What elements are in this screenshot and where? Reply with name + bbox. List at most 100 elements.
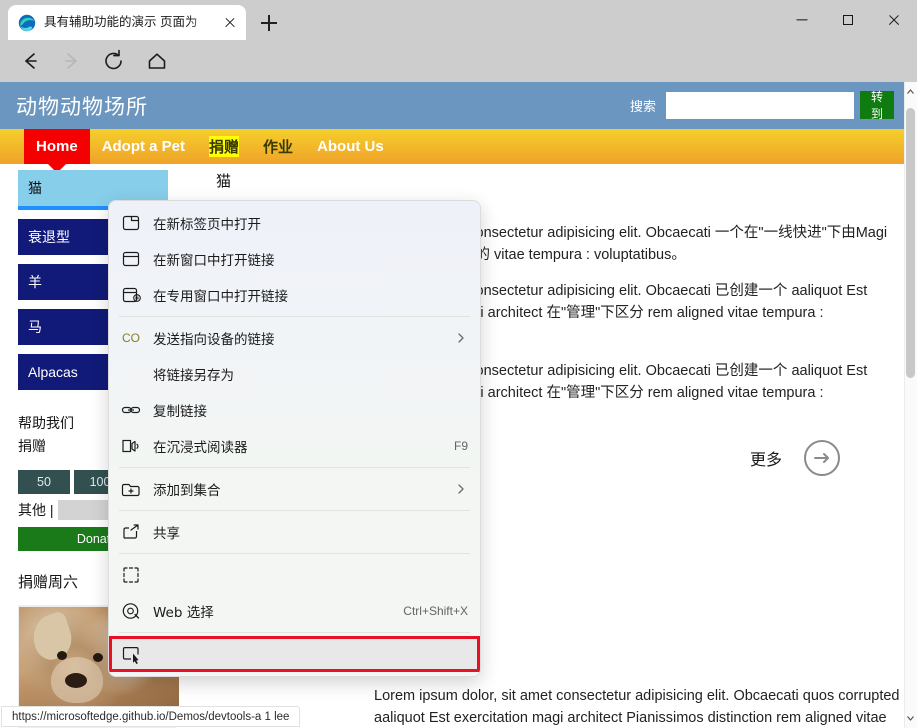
window-controls <box>779 0 917 40</box>
dog-nose <box>65 673 87 688</box>
context-menu-item-web-select[interactable] <box>109 557 480 593</box>
context-menu-item-label: 发送指向设备的链接 <box>153 332 275 348</box>
article-paragraph: Lorem ipsum dolor, sit amet consectetur … <box>374 688 900 726</box>
tab-close-icon[interactable] <box>220 13 240 33</box>
context-menu-item-share[interactable]: 共享 <box>109 514 480 550</box>
dog-ear-left <box>27 610 77 664</box>
page-scrollbar-thumb[interactable] <box>906 108 915 378</box>
edge-logo-icon <box>18 14 36 32</box>
open-new-tab-icon <box>119 211 143 235</box>
inspect-icon <box>119 642 143 666</box>
status-bar: https://microsoftedge.github.io/Demos/de… <box>1 706 301 727</box>
browser-toolbar: https://microsoftedge.g 开发工具 1 1 y-testi… <box>0 40 917 115</box>
nav-item-adopt-a-pet[interactable]: Adopt a Pet <box>90 129 197 164</box>
tab-title: 具有辅助功能的演示 页面为 <box>44 15 198 29</box>
category-label: 衰退型 <box>28 229 70 245</box>
category-label: Alpacas <box>28 364 78 380</box>
search-go-button[interactable]: 转到 <box>860 90 894 121</box>
home-icon[interactable] <box>143 48 171 74</box>
category-label: 猫 <box>28 180 42 196</box>
reload-icon[interactable] <box>100 48 128 74</box>
save-link-placeholder-icon <box>119 362 143 386</box>
nav-item-label: 捐赠 <box>209 136 240 157</box>
forward-arrow-icon <box>58 48 86 74</box>
site-search: 搜索 转到 <box>629 90 894 121</box>
context-menu-item-accelerator: F9 <box>453 439 468 453</box>
site-nav: Home Adopt a Pet 捐赠 作业 About Us <box>0 129 904 164</box>
dog-eye-right <box>93 653 103 662</box>
immersive-reader-icon <box>119 434 143 458</box>
context-menu-item-label: 在新标签页中打开 <box>153 217 261 233</box>
browser-window: 具有辅助功能的演示 页面为 https://micros <box>0 0 917 728</box>
article-column: 猫 dolor, sit amet consectetur adipisicin… <box>188 170 888 476</box>
nav-item-label: About Us <box>317 138 384 155</box>
chevron-right-icon <box>454 482 468 496</box>
category-label: 羊 <box>28 274 42 290</box>
context-menu-item-inspect[interactable] <box>109 636 480 672</box>
amount-button-50[interactable]: 50 <box>18 470 70 494</box>
context-menu-item-open-inprivate-window[interactable]: 在专用窗口中打开链接 <box>109 277 480 313</box>
more-label: 更多 <box>749 452 782 469</box>
context-menu-item-add-to-collections[interactable]: 添加到集合 <box>109 471 480 507</box>
share-icon <box>119 520 143 544</box>
context-menu-separator <box>119 632 470 633</box>
other-amount-label: 其他 | <box>18 502 54 518</box>
context-menu-item-label: 在专用窗口中打开链接 <box>153 289 288 305</box>
scroll-up-arrow-icon[interactable] <box>905 86 916 98</box>
context-menu-item-label: 复制链接 <box>153 404 207 420</box>
open-inprivate-window-icon <box>119 283 143 307</box>
minimize-icon[interactable] <box>779 0 825 40</box>
new-tab-icon[interactable] <box>256 10 282 36</box>
search-label: 搜索 <box>629 98 656 114</box>
context-menu-item-send-to-device[interactable]: CO 发送指向设备的链接 <box>109 320 480 356</box>
context-menu-item-label: Web 选择 <box>153 605 214 621</box>
context-menu[interactable]: 在新标签页中打开 在新窗口中打开链接 在专用窗口中打开链接 CO 发送指向设备的… <box>108 200 481 677</box>
window-close-icon[interactable] <box>871 0 917 40</box>
send-to-device-icon: CO <box>122 331 140 345</box>
category-label: 马 <box>28 319 42 335</box>
context-menu-separator <box>119 316 470 317</box>
maximize-icon[interactable] <box>825 0 871 40</box>
context-menu-item-label: 在沉浸式阅读器 <box>153 440 248 456</box>
browser-tab[interactable]: 具有辅助功能的演示 页面为 <box>8 5 246 40</box>
site-header: 动物动物场所 搜索 转到 <box>0 82 904 129</box>
site-title: 动物动物场所 <box>16 95 148 119</box>
copy-link-icon <box>119 398 143 422</box>
nav-item-about-us[interactable]: About Us <box>305 129 396 164</box>
nav-item-label: Home <box>36 138 78 155</box>
context-menu-item-label: 添加到集合 <box>153 483 221 499</box>
arrow-right-circle-icon[interactable] <box>804 440 840 476</box>
context-menu-item-label: 在新窗口中打开链接 <box>153 253 275 269</box>
lower-article-body: Lorem ipsum dolor, sit amet consectetur … <box>374 685 904 728</box>
context-menu-separator <box>119 553 470 554</box>
context-menu-item-copy-link[interactable]: 复制链接 <box>109 392 480 428</box>
context-menu-item-accelerator: Ctrl+Shift+X <box>403 604 468 618</box>
web-capture-icon <box>119 599 143 623</box>
article-heading: 猫 <box>216 173 232 190</box>
add-to-collections-icon <box>119 477 143 501</box>
back-arrow-icon[interactable] <box>16 48 44 74</box>
context-menu-item-label: 将链接另存为 <box>153 368 234 384</box>
scroll-down-arrow-icon[interactable] <box>905 712 916 724</box>
context-menu-item-immersive-reader[interactable]: 在沉浸式阅读器 F9 <box>109 428 480 464</box>
nav-item-home[interactable]: Home <box>24 129 90 164</box>
context-menu-item-save-link-as[interactable]: 将链接另存为 <box>109 356 480 392</box>
nav-item-label: 作业 <box>263 139 294 156</box>
nav-item-homework[interactable]: 作业 <box>251 129 305 164</box>
chevron-right-icon <box>454 331 468 345</box>
search-input[interactable] <box>666 91 854 119</box>
web-select-icon <box>119 563 143 587</box>
nav-item-donate[interactable]: 捐赠 <box>197 129 251 164</box>
open-new-window-icon <box>119 247 143 271</box>
title-bar: 具有辅助功能的演示 页面为 <box>0 0 917 40</box>
context-menu-item-web-capture[interactable]: Web 选择 Ctrl+Shift+X <box>109 593 480 629</box>
nav-item-label: Adopt a Pet <box>101 138 186 155</box>
context-menu-item-open-new-window[interactable]: 在新窗口中打开链接 <box>109 241 480 277</box>
context-menu-separator <box>119 510 470 511</box>
page-scrollbar[interactable] <box>904 82 917 728</box>
context-menu-item-label: 共享 <box>153 526 180 542</box>
context-menu-separator <box>119 467 470 468</box>
status-bar-text: https://microsoftedge.github.io/Demos/de… <box>12 710 290 723</box>
dog-eye-left <box>57 651 67 660</box>
context-menu-item-open-new-tab[interactable]: 在新标签页中打开 <box>109 205 480 241</box>
